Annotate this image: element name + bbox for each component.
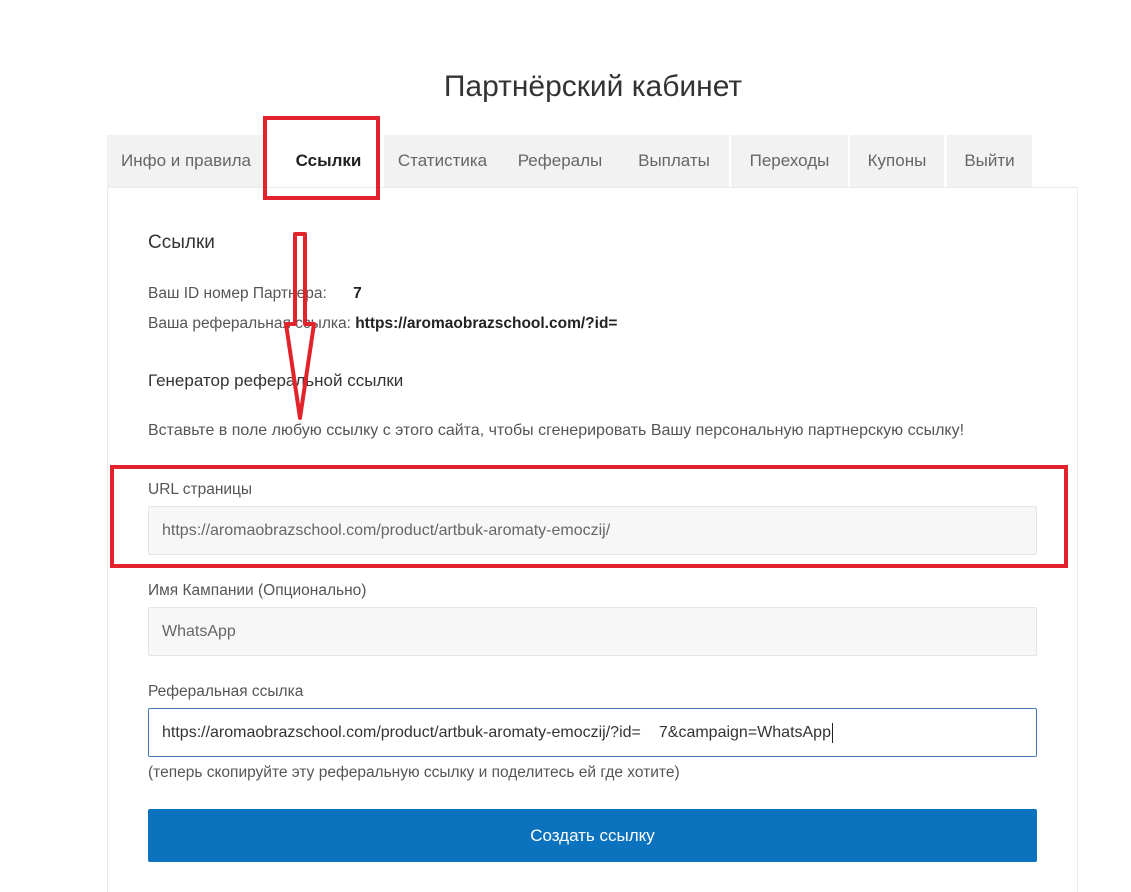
tab-referrals[interactable]: Рефералы bbox=[501, 135, 619, 187]
campaign-label: Имя Кампании (Опционально) bbox=[148, 582, 367, 599]
tab-payouts[interactable]: Выплаты bbox=[619, 135, 729, 187]
tab-logout[interactable]: Выйти bbox=[947, 135, 1032, 187]
referral-link-label: Ваша реферальная ссылка: bbox=[148, 315, 356, 332]
section-title: Ссылки bbox=[148, 232, 215, 253]
text-caret bbox=[831, 722, 833, 743]
tab-visits[interactable]: Переходы bbox=[731, 135, 848, 187]
annotation-arrow-icon bbox=[284, 232, 316, 420]
partner-id-line: Ваш ID номер Партнера: 7 bbox=[148, 285, 362, 303]
referral-output-part2: 7&campaign=WhatsApp bbox=[658, 723, 831, 741]
tab-statistics[interactable]: Статистика bbox=[384, 135, 501, 187]
generator-hint: Вставьте в поле любую ссылку с этого сай… bbox=[148, 422, 965, 439]
highlight-box-url-field bbox=[110, 465, 1068, 568]
referral-output-part1: https://aromaobrazschool.com/product/art… bbox=[162, 723, 641, 741]
referral-link-output[interactable]: https://aromaobrazschool.com/product/art… bbox=[148, 708, 1037, 757]
partner-id-value: 7 bbox=[353, 285, 362, 302]
campaign-input[interactable]: WhatsApp bbox=[148, 607, 1037, 656]
generator-title: Генератор реферальной ссылки bbox=[148, 371, 404, 390]
tab-info[interactable]: Инфо и правила bbox=[107, 135, 265, 187]
referral-link-output-label: Реферальная ссылка bbox=[148, 683, 304, 700]
redacted-mark bbox=[640, 724, 659, 741]
tab-coupons[interactable]: Купоны bbox=[850, 135, 944, 187]
redacted-mark bbox=[331, 285, 354, 302]
redacted-mark bbox=[617, 315, 640, 332]
campaign-input-value: WhatsApp bbox=[162, 622, 236, 640]
page-title: Партнёрский кабинет bbox=[443, 70, 743, 103]
create-link-button[interactable]: Создать ссылку bbox=[148, 809, 1037, 862]
copy-note: (теперь скопируйте эту реферальную ссылк… bbox=[148, 764, 680, 781]
referral-link-line: Ваша реферальная ссылка: https://aromaob… bbox=[148, 315, 640, 333]
referral-link-value[interactable]: https://aromaobrazschool.com/?id= bbox=[355, 315, 617, 332]
highlight-box-tab bbox=[263, 116, 380, 200]
